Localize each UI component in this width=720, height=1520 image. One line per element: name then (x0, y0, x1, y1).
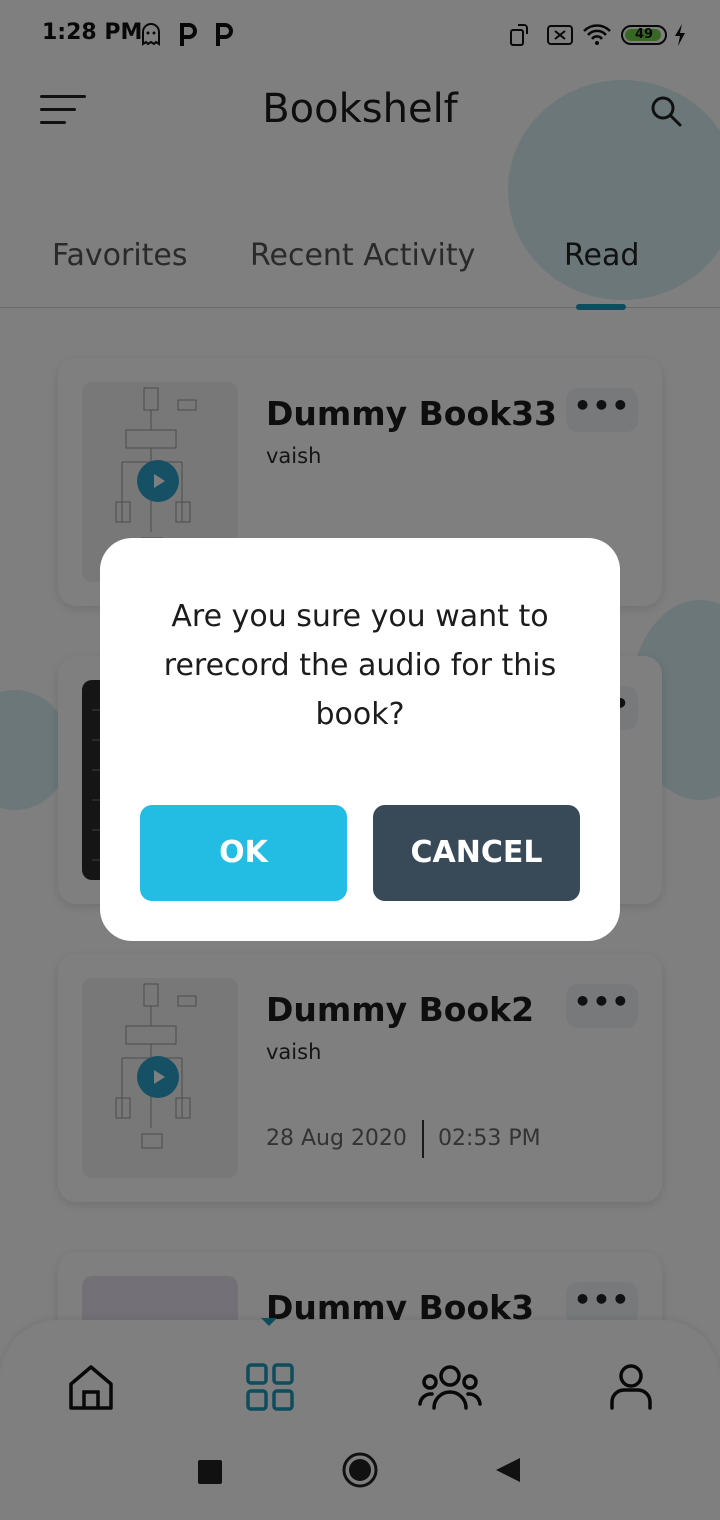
dialog-message: Are you sure you want to rerecord the au… (163, 599, 557, 732)
app-screen: 1:28 PM 49 Bookshelf Favorites Recent Ac… (0, 0, 720, 1520)
ok-button[interactable]: OK (140, 805, 347, 901)
confirm-dialog: Are you sure you want to rerecord the au… (100, 538, 620, 941)
cancel-button[interactable]: CANCEL (373, 805, 580, 901)
